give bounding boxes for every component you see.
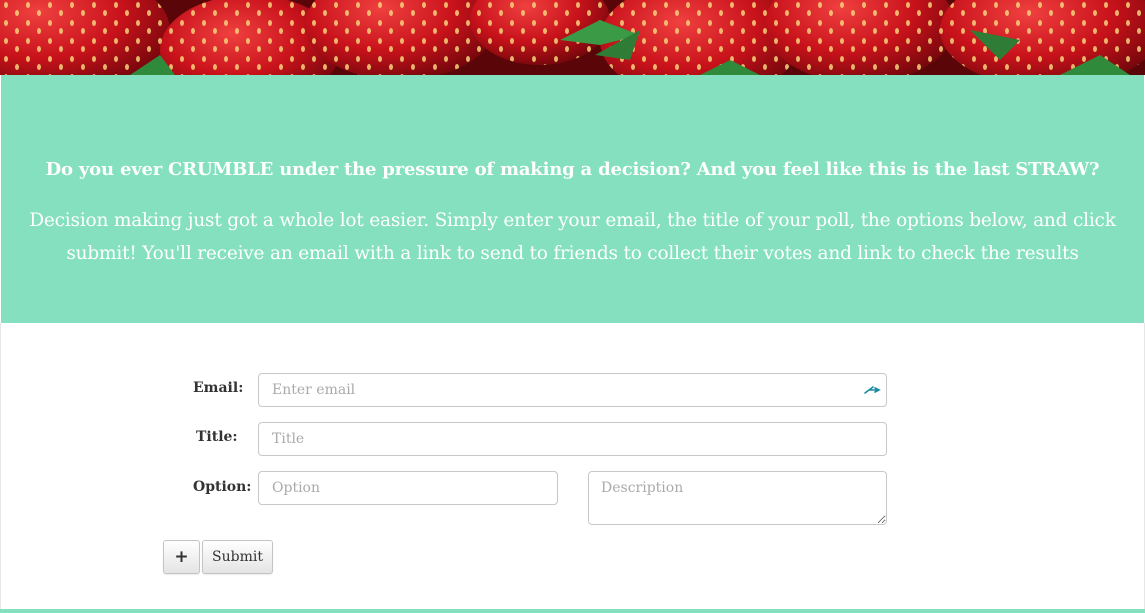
strawberry-banner — [0, 0, 1145, 75]
strawberries-image — [0, 0, 1145, 75]
option-input[interactable] — [258, 471, 558, 505]
hero-title: Do you ever CRUMBLE under the pressure o… — [45, 159, 1100, 180]
autofill-key-icon[interactable] — [863, 383, 881, 397]
submit-button[interactable]: Submit — [202, 540, 273, 574]
option-label: Option: — [193, 479, 252, 495]
add-option-button[interactable]: + — [163, 540, 200, 574]
footer-divider — [0, 609, 1145, 613]
email-input[interactable] — [258, 373, 887, 407]
description-textarea[interactable] — [588, 471, 887, 525]
title-label: Title: — [196, 429, 238, 445]
email-label: Email: — [193, 380, 244, 396]
hero-section: Do you ever CRUMBLE under the pressure o… — [1, 75, 1144, 323]
title-input[interactable] — [258, 422, 887, 456]
hero-description: Decision making just got a whole lot eas… — [29, 210, 1116, 264]
